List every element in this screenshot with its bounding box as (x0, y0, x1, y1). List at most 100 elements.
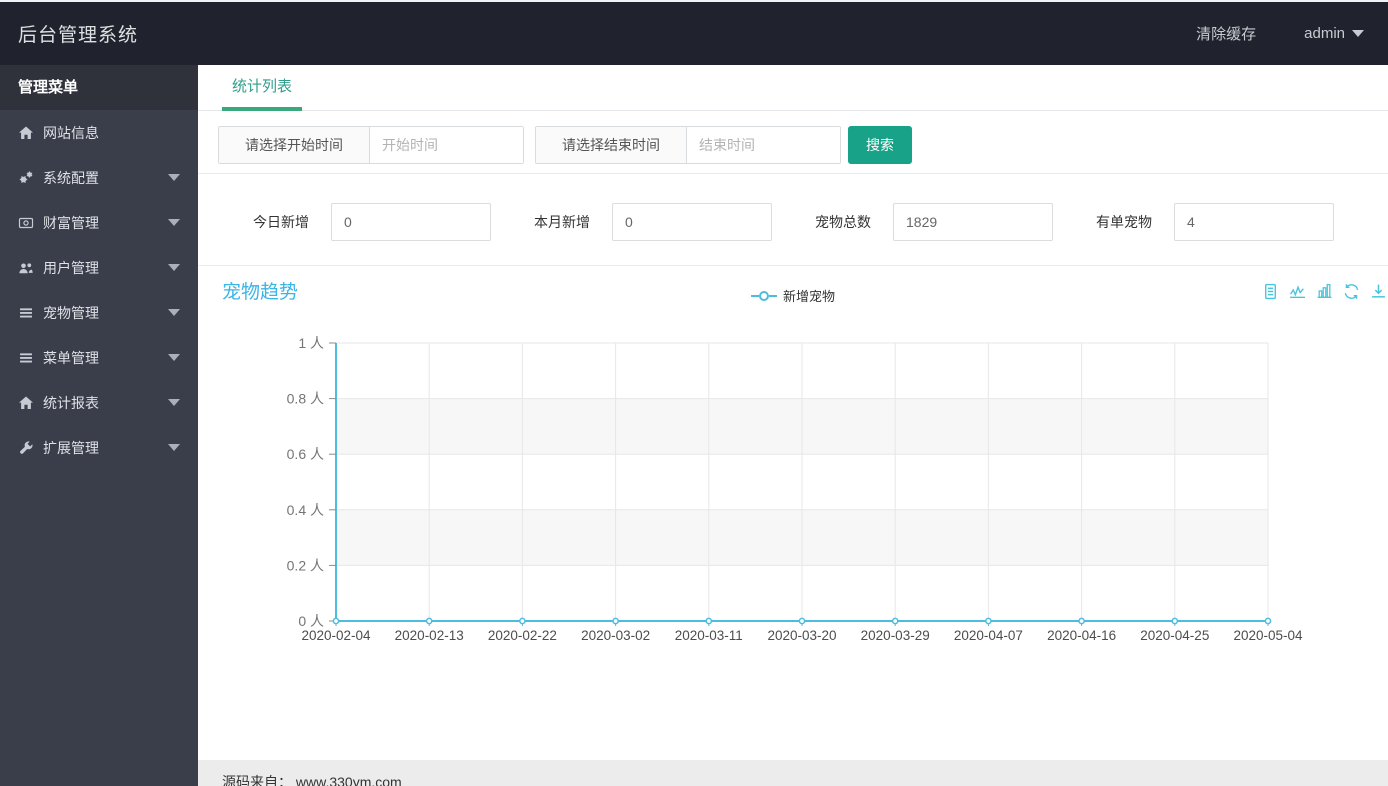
svg-text:1 人: 1 人 (298, 335, 324, 351)
home-icon (18, 395, 34, 411)
chevron-down-icon (1352, 30, 1364, 37)
svg-text:2020-02-13: 2020-02-13 (395, 628, 464, 643)
stat-field-pet-total: 宠物总数 (815, 203, 1053, 241)
sidebar-item-site-info[interactable]: 网站信息 (0, 110, 198, 155)
sidebar-item-wealth[interactable]: 财富管理 (0, 200, 198, 245)
chevron-down-icon (168, 399, 180, 406)
stat-label-month-new: 本月新增 (534, 214, 590, 230)
pet-trend-chart: 0 人 0.2 人 0.4 人 0.6 人 0.8 人 1 人 2020-02-04 2020… (287, 335, 1303, 643)
chart-section: 宠物趋势 新增宠物 0 人 0.2 人 0.4 人 0.6 人 0.8 人 1 人 2020… (198, 266, 1388, 760)
sidebar-menu: 网站信息系统配置财富管理用户管理宠物管理菜单管理统计报表扩展管理 (0, 110, 198, 470)
chevron-down-icon (168, 174, 180, 181)
svg-text:2020-04-16: 2020-04-16 (1047, 628, 1116, 643)
sidebar-item-system-config[interactable]: 系统配置 (0, 155, 198, 200)
sidebar-item-label: 宠物管理 (43, 304, 99, 321)
line-type-icon[interactable] (1289, 283, 1306, 300)
sidebar-item-label: 菜单管理 (43, 349, 99, 366)
svg-text:2020-02-04: 2020-02-04 (301, 628, 371, 643)
chevron-down-icon (168, 264, 180, 271)
chart-title: 宠物趋势 (222, 282, 299, 303)
list-icon (18, 305, 34, 321)
svg-text:0.8 人: 0.8 人 (287, 391, 324, 407)
x-axis-labels: 2020-02-04 2020-02-13 2020-02-22 2020-03-02… (301, 628, 1303, 643)
stat-label-pet-total: 宠物总数 (815, 214, 871, 230)
chevron-down-icon (168, 354, 180, 361)
svg-text:0 人: 0 人 (298, 613, 324, 629)
wrench-icon (18, 440, 34, 456)
gears-icon (18, 170, 34, 186)
sidebar-item-label: 网站信息 (43, 124, 99, 141)
stats-panel: 今日新增 本月新增 宠物总数 有单宠物 (198, 174, 1388, 266)
sidebar-item-label: 用户管理 (43, 259, 99, 276)
money-icon (18, 215, 34, 231)
sidebar-item-pets[interactable]: 宠物管理 (0, 290, 198, 335)
y-axis-ticks (329, 342, 336, 622)
sidebar-item-users[interactable]: 用户管理 (0, 245, 198, 290)
svg-text:2020-03-11: 2020-03-11 (675, 628, 743, 643)
svg-text:2020-03-29: 2020-03-29 (861, 628, 930, 643)
main-content: 统计列表 请选择开始时间 请选择结束时间 搜索 今日新增 本月新增 宠物总数 有单宠物… (198, 65, 1388, 786)
sidebar-header: 管理菜单 (0, 65, 198, 110)
tab-statistics-list[interactable]: 统计列表 (222, 65, 303, 111)
y-axis-labels: 0 人 0.2 人 0.4 人 0.6 人 0.8 人 1 人 (287, 335, 324, 629)
chevron-down-icon (168, 219, 180, 226)
bar-type-icon[interactable] (1316, 283, 1333, 300)
chevron-down-icon (168, 444, 180, 451)
svg-text:0.2 人: 0.2 人 (287, 557, 324, 573)
svg-text:0.4 人: 0.4 人 (287, 502, 324, 518)
stat-input-month-new[interactable] (612, 203, 772, 241)
svg-text:2020-02-22: 2020-02-22 (488, 628, 557, 643)
stat-input-order-pets[interactable] (1174, 203, 1334, 241)
users-icon (18, 260, 34, 276)
sidebar-item-label: 系统配置 (43, 169, 99, 186)
tab-label: 统计列表 (232, 78, 293, 95)
footer-source-text: 源码来自： www.330ym.com (222, 774, 402, 786)
search-button[interactable]: 搜索 (848, 126, 912, 164)
start-time-input[interactable] (370, 127, 523, 163)
end-time-group: 请选择结束时间 (535, 126, 841, 164)
svg-text:2020-03-20: 2020-03-20 (767, 628, 836, 643)
sidebar-item-label: 财富管理 (43, 214, 99, 231)
data-view-icon[interactable] (1262, 283, 1279, 300)
end-time-input[interactable] (687, 127, 840, 163)
username: admin (1304, 25, 1345, 42)
list-icon (18, 350, 34, 366)
save-image-icon[interactable] (1370, 283, 1387, 300)
app-title: 后台管理系统 (18, 25, 139, 46)
svg-text:0.6 人: 0.6 人 (287, 446, 324, 462)
stat-field-month-new: 本月新增 (534, 203, 772, 241)
sidebar-item-menus[interactable]: 菜单管理 (0, 335, 198, 380)
sidebar-item-extensions[interactable]: 扩展管理 (0, 425, 198, 470)
footer: 源码来自： www.330ym.com (198, 760, 1388, 786)
legend-label: 新增宠物 (782, 289, 836, 304)
start-time-label: 请选择开始时间 (219, 127, 370, 163)
tabbar: 统计列表 (198, 65, 1388, 111)
home-icon (18, 125, 34, 141)
clear-cache-button[interactable]: 清除缓存 (1196, 23, 1256, 44)
topbar: 后台管理系统 清除缓存 admin (0, 2, 1388, 65)
sidebar: 管理菜单 网站信息系统配置财富管理用户管理宠物管理菜单管理统计报表扩展管理 (0, 65, 198, 786)
topbar-right: 清除缓存 admin (1196, 23, 1364, 44)
stat-label-today-new: 今日新增 (253, 214, 309, 230)
svg-text:2020-05-04: 2020-05-04 (1233, 628, 1303, 643)
stat-field-today-new: 今日新增 (253, 203, 491, 241)
end-time-label: 请选择结束时间 (536, 127, 687, 163)
restore-icon[interactable] (1343, 283, 1360, 300)
sidebar-item-label: 扩展管理 (43, 439, 99, 456)
stat-field-order-pets: 有单宠物 (1096, 203, 1334, 241)
start-time-group: 请选择开始时间 (218, 126, 524, 164)
search-panel: 请选择开始时间 请选择结束时间 搜索 (198, 111, 1388, 174)
sidebar-item-reports[interactable]: 统计报表 (0, 380, 198, 425)
svg-text:2020-04-07: 2020-04-07 (954, 628, 1023, 643)
chevron-down-icon (168, 309, 180, 316)
legend-item-new-pets[interactable]: 新增宠物 (750, 286, 836, 305)
stat-input-today-new[interactable] (331, 203, 491, 241)
legend-marker-icon (750, 290, 777, 301)
user-dropdown[interactable]: admin (1304, 25, 1364, 42)
stat-label-order-pets: 有单宠物 (1096, 214, 1152, 230)
sidebar-item-label: 统计报表 (43, 394, 99, 411)
svg-text:2020-04-25: 2020-04-25 (1140, 628, 1209, 643)
chart-toolbox (1252, 283, 1387, 300)
stat-input-pet-total[interactable] (893, 203, 1053, 241)
chart-grid (336, 342, 1269, 621)
